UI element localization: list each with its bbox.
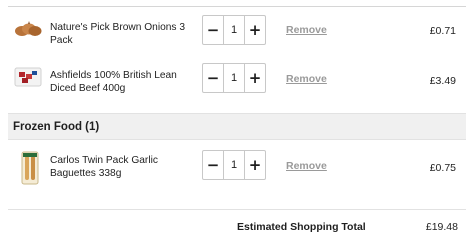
item-price: £0.75: [429, 162, 456, 174]
category-section-header: Frozen Food (1): [8, 113, 466, 140]
quantity-value[interactable]: 1: [224, 151, 244, 179]
total-value: £19.48: [425, 221, 458, 233]
basket-item-row: Carlos Twin Pack Garlic Baguettes 338g −…: [8, 140, 466, 194]
item-price: £3.49: [429, 75, 456, 87]
increase-quantity-button[interactable]: +: [244, 16, 265, 44]
quantity-value[interactable]: 1: [224, 16, 244, 44]
garlic-baguettes-product-image: [20, 150, 40, 186]
item-name[interactable]: Nature's Pick Brown Onions 3 Pack: [50, 21, 200, 47]
quantity-value[interactable]: 1: [224, 64, 244, 92]
increase-quantity-button[interactable]: +: [244, 151, 265, 179]
increase-quantity-button[interactable]: +: [244, 64, 265, 92]
remove-item-link[interactable]: Remove: [286, 73, 327, 85]
total-label: Estimated Shopping Total: [237, 221, 366, 233]
item-price: £0.71: [429, 25, 456, 37]
quantity-stepper: − 1 +: [202, 15, 266, 45]
remove-item-link[interactable]: Remove: [286, 24, 327, 36]
item-name[interactable]: Ashfields 100% British Lean Diced Beef 4…: [50, 69, 200, 95]
basket-item-row: Ashfields 100% British Lean Diced Beef 4…: [8, 53, 466, 107]
remove-item-link[interactable]: Remove: [286, 160, 327, 172]
decrease-quantity-button[interactable]: −: [203, 16, 224, 44]
decrease-quantity-button[interactable]: −: [203, 151, 224, 179]
quantity-stepper: − 1 +: [202, 63, 266, 93]
quantity-stepper: − 1 +: [202, 150, 266, 180]
divider: [8, 209, 466, 210]
item-name[interactable]: Carlos Twin Pack Garlic Baguettes 338g: [50, 154, 200, 180]
diced-beef-product-image: [14, 66, 42, 88]
decrease-quantity-button[interactable]: −: [203, 64, 224, 92]
basket-page: Nature's Pick Brown Onions 3 Pack − 1 + …: [0, 0, 466, 240]
section-title: Frozen Food (1): [13, 121, 100, 133]
onions-product-image: [14, 18, 42, 40]
